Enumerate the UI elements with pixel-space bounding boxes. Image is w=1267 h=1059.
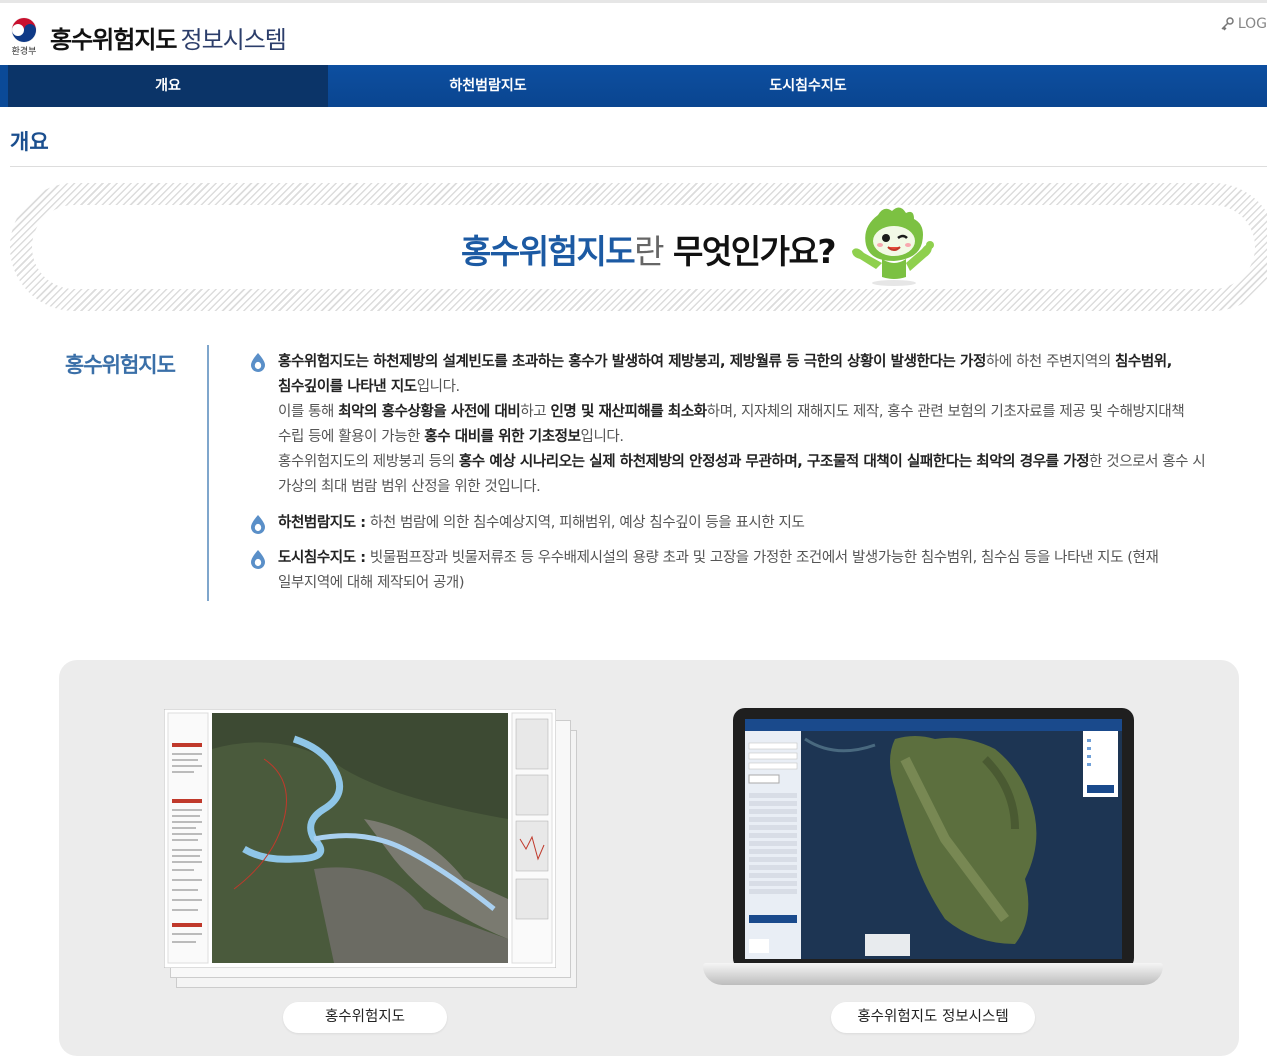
system-screenshot-image [745, 719, 1122, 959]
main-nav: 개요 하천범람지도 도시침수지도 [0, 65, 1267, 107]
intro-paragraph-1: 홍수위험지도는 하천제방의 설계빈도를 초과하는 홍수가 발생하여 제방붕괴, … [278, 350, 1238, 400]
p1-bold-1: 홍수위험지도는 하천제방의 설계빈도를 초과하는 홍수가 발생하여 제방붕괴, … [278, 354, 986, 370]
urban-flood-desc-2: 일부지역에 대해 제작되어 공개) [278, 575, 465, 591]
banner-text-gray: 란 [634, 232, 664, 271]
title-divider [10, 166, 1267, 167]
ministry-logo[interactable]: 환경부 [8, 17, 40, 57]
banner-text-blue: 홍수위험지도 [461, 232, 636, 271]
tab-overview[interactable]: 개요 [8, 65, 328, 107]
section-divider [207, 345, 209, 601]
site-title-main: 홍수위험지도 [50, 26, 177, 54]
p2-bold-2: 인명 및 재산피해를 최소화 [550, 404, 707, 420]
p3-text-2: 한 것으로서 홍수 시 [1089, 454, 1206, 470]
river-flood-desc: 하천 범람에 의한 침수예상지역, 피해범위, 예상 침수깊이 등을 표시한 지… [365, 515, 805, 531]
p3-text-3: 가상의 최대 범람 범위 산정을 위한 것입니다. [278, 479, 541, 495]
card-label-info-system[interactable]: 홍수위험지도 정보시스템 [831, 1002, 1035, 1033]
section-label: 홍수위험지도 [65, 353, 176, 377]
laptop-base [703, 963, 1163, 985]
p3-bold-1: 홍수 예상 시나리오는 실제 하천제방의 안정성과 무관하며, 구조물적 대책이… [458, 454, 1090, 470]
p2-bold-3: 홍수 대비를 위한 기초정보 [424, 429, 581, 445]
p3-text-1: 홍수위험지도의 제방붕괴 등의 [278, 454, 459, 470]
waterdrop-icon [251, 515, 265, 534]
logo-label: 환경부 [11, 47, 37, 57]
header: 환경부 홍수위험지도 정보시스템 LOG [0, 0, 1267, 65]
tab-urban-flood-map[interactable]: 도시침수지도 [648, 65, 968, 107]
mascot-image [852, 207, 934, 286]
p2-text-2: 하고 [520, 404, 551, 420]
urban-flood-term: 도시침수지도 : [278, 550, 366, 566]
banner-headline: 홍수위험지도란 무엇인가요? [461, 225, 836, 273]
taegeuk-icon [11, 17, 37, 43]
waterdrop-icon [251, 353, 265, 372]
urban-flood-desc-1: 빗물펌프장과 빗물저류조 등 우수배제시설의 용량 초과 및 고장을 가정한 조… [365, 550, 1159, 566]
card-label-flood-map[interactable]: 홍수위험지도 [283, 1002, 447, 1033]
p2-bold-1: 최악의 홍수상황을 사전에 대비 [338, 404, 521, 420]
login-label: LOG [1237, 16, 1267, 32]
river-flood-item: 하천범람지도 : 하천 범람에 의한 침수예상지역, 피해범위, 예상 침수깊이… [278, 511, 1238, 536]
banner-text-question: 무엇인가요? [673, 232, 836, 271]
login-link[interactable]: LOG [1219, 16, 1267, 32]
p2-text-5: 입니다. [580, 429, 624, 445]
p2-text-1: 이를 통해 [278, 404, 339, 420]
site-title-sub: 정보시스템 [180, 26, 286, 54]
waterdrop-icon [251, 550, 265, 569]
key-icon [1221, 17, 1234, 31]
p2-text-4: 수립 등에 활용이 가능한 [278, 429, 425, 445]
urban-flood-item: 도시침수지도 : 빗물펌프장과 빗물저류조 등 우수배제시설의 용량 초과 및 … [278, 546, 1238, 596]
tab-river-flood-map[interactable]: 하천범람지도 [328, 65, 648, 107]
intro-paragraph-3: 홍수위험지도의 제방붕괴 등의 홍수 예상 시나리오는 실제 하천제방의 안정성… [278, 450, 1263, 500]
p2-text-3: 하며, 지자체의 재해지도 제작, 홍수 관련 보험의 기초자료를 제공 및 수… [706, 404, 1185, 420]
site-title[interactable]: 홍수위험지도 정보시스템 [50, 20, 287, 55]
p1-bold-2: 침수범위, [1114, 354, 1172, 370]
p1-text-2: 입니다. [416, 379, 460, 395]
river-flood-term: 하천범람지도 : [278, 515, 366, 531]
p1-text-1: 하에 하천 주변지역의 [985, 354, 1115, 370]
flood-map-image[interactable] [164, 709, 556, 968]
p1-bold-3: 침수깊이를 나타낸 지도 [278, 379, 417, 395]
page-title: 개요 [10, 130, 49, 154]
intro-paragraph-2: 이를 통해 최악의 홍수상황을 사전에 대비하고 인명 및 재산피해를 최소화하… [278, 400, 1238, 450]
